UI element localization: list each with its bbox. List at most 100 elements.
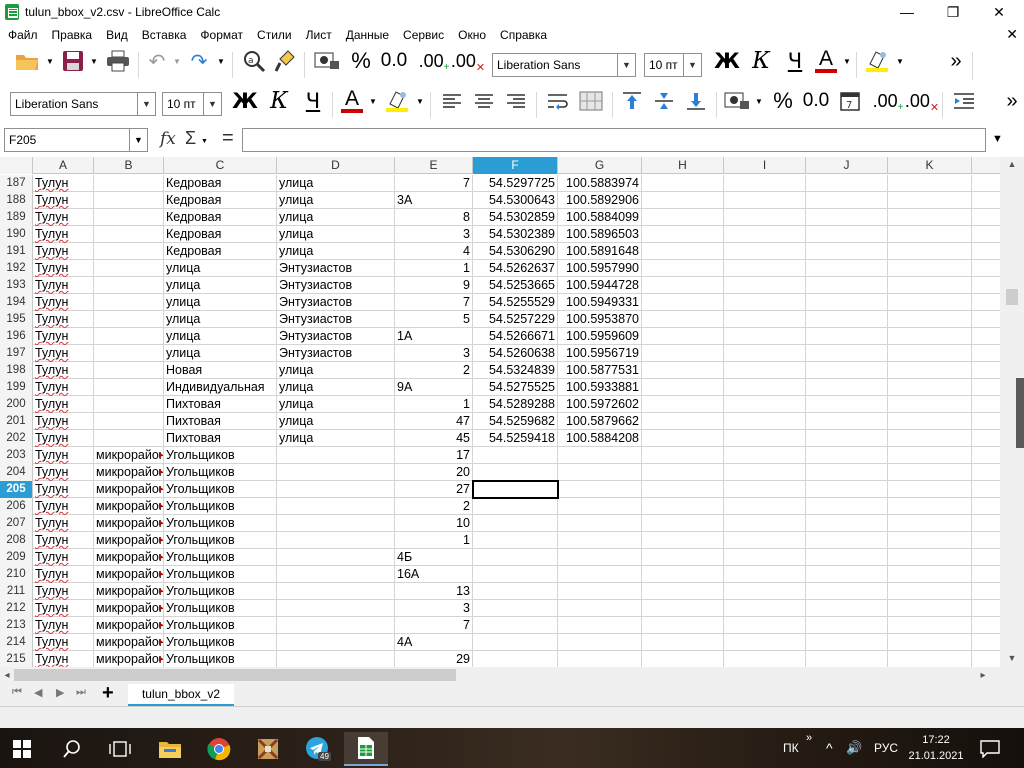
cell-k194[interactable]: [888, 294, 972, 311]
cell-j213[interactable]: [806, 617, 888, 634]
cell-b195[interactable]: [94, 311, 164, 328]
prev-sheet-icon[interactable]: ◀: [34, 686, 42, 699]
cell-c206[interactable]: Угольщиков: [164, 498, 277, 515]
cell-b189[interactable]: [94, 209, 164, 226]
cell-j204[interactable]: [806, 464, 888, 481]
cell-g208[interactable]: [558, 532, 642, 549]
cell-b192[interactable]: [94, 260, 164, 277]
cell-g215[interactable]: [558, 651, 642, 667]
close-button[interactable]: ✕: [976, 0, 1022, 24]
menu-tools[interactable]: Сервис: [396, 28, 451, 42]
cell-d193[interactable]: Энтузиастов: [277, 277, 395, 294]
row-header[interactable]: 197: [0, 345, 33, 362]
cell-h203[interactable]: [642, 447, 724, 464]
cell-g194[interactable]: 100.5949331: [558, 294, 642, 311]
cell-i200[interactable]: [724, 396, 806, 413]
cell-e188[interactable]: 3А: [395, 192, 473, 209]
column-header-e[interactable]: E: [395, 157, 473, 174]
cell-j200[interactable]: [806, 396, 888, 413]
column-header-k[interactable]: K: [888, 157, 972, 174]
column-header-a[interactable]: A: [33, 157, 94, 174]
cell-d187[interactable]: улица: [277, 175, 395, 192]
cell-i204[interactable]: [724, 464, 806, 481]
cell-i197[interactable]: [724, 345, 806, 362]
column-header-b[interactable]: B: [94, 157, 164, 174]
cell-h199[interactable]: [642, 379, 724, 396]
currency-format-icon[interactable]: [312, 46, 342, 76]
cell-b215[interactable]: микрорайон: [94, 651, 164, 667]
cell-e191[interactable]: 4: [395, 243, 473, 260]
cell-g200[interactable]: 100.5972602: [558, 396, 642, 413]
align-center-icon[interactable]: [470, 86, 498, 116]
cell-f190[interactable]: 54.5302389: [473, 226, 558, 243]
cell-k202[interactable]: [888, 430, 972, 447]
menu-data[interactable]: Данные: [339, 28, 396, 42]
close-document-icon[interactable]: ✕: [1006, 26, 1018, 43]
currency-dropdown-icon[interactable]: ▼: [754, 86, 764, 116]
cell-h204[interactable]: [642, 464, 724, 481]
cell-b211[interactable]: микрорайон: [94, 583, 164, 600]
cell-c192[interactable]: улица: [164, 260, 277, 277]
chevron-down-icon[interactable]: ▼: [683, 54, 701, 76]
cell-k188[interactable]: [888, 192, 972, 209]
cell-k189[interactable]: [888, 209, 972, 226]
cell-a215[interactable]: Тулун: [33, 651, 94, 667]
column-header-d[interactable]: D: [277, 157, 395, 174]
row-header[interactable]: 189: [0, 209, 33, 226]
add-decimal-button-2[interactable]: .00 +: [872, 86, 904, 116]
cell-j207[interactable]: [806, 515, 888, 532]
number-format-button-2[interactable]: 0.0: [800, 86, 832, 116]
percent-format-button[interactable]: %: [346, 46, 376, 76]
cell-d210[interactable]: [277, 566, 395, 583]
cell-a211[interactable]: Тулун: [33, 583, 94, 600]
formula-input[interactable]: [242, 128, 986, 152]
menu-window[interactable]: Окно: [451, 28, 493, 42]
menu-sheet[interactable]: Лист: [299, 28, 339, 42]
scroll-down-icon[interactable]: ▼: [1000, 651, 1024, 665]
cell-j197[interactable]: [806, 345, 888, 362]
cell-e209[interactable]: 4Б: [395, 549, 473, 566]
cell-e205[interactable]: 27: [395, 481, 473, 498]
cell-i193[interactable]: [724, 277, 806, 294]
spreadsheet-grid[interactable]: ABCDEFGHIJK 187 Тулун Кедровая улица 7 54.529…: [0, 157, 1024, 667]
cell-a191[interactable]: Тулун: [33, 243, 94, 260]
cell-a213[interactable]: Тулун: [33, 617, 94, 634]
cell-f187[interactable]: 54.5297725: [473, 175, 558, 192]
cell-j215[interactable]: [806, 651, 888, 667]
cell-d213[interactable]: [277, 617, 395, 634]
cell-a188[interactable]: Тулун: [33, 192, 94, 209]
font-color-dropdown-icon[interactable]: ▼: [368, 86, 378, 116]
cell-j191[interactable]: [806, 243, 888, 260]
cell-h188[interactable]: [642, 192, 724, 209]
cell-i189[interactable]: [724, 209, 806, 226]
row-header[interactable]: 211: [0, 583, 33, 600]
chrome-icon[interactable]: [197, 732, 241, 766]
highlight-color-button-2[interactable]: [382, 86, 412, 116]
highlight-color-button[interactable]: [862, 46, 892, 76]
sum-dropdown-icon[interactable]: ▼: [201, 138, 208, 145]
menu-edit[interactable]: Правка: [45, 28, 100, 42]
cell-c194[interactable]: улица: [164, 294, 277, 311]
cell-f197[interactable]: 54.5260638: [473, 345, 558, 362]
center-vertically-icon[interactable]: [650, 86, 678, 116]
cell-j196[interactable]: [806, 328, 888, 345]
column-header-f[interactable]: F: [473, 157, 558, 174]
cell-a187[interactable]: Тулун: [33, 175, 94, 192]
formula-equals-button[interactable]: =: [222, 127, 234, 150]
cell-a198[interactable]: Тулун: [33, 362, 94, 379]
row-header[interactable]: 194: [0, 294, 33, 311]
cell-k204[interactable]: [888, 464, 972, 481]
row-header[interactable]: 196: [0, 328, 33, 345]
cell-d191[interactable]: улица: [277, 243, 395, 260]
cell-d188[interactable]: улица: [277, 192, 395, 209]
chevron-down-icon[interactable]: ▼: [129, 129, 147, 151]
undo-dropdown-icon[interactable]: ▼: [172, 46, 182, 76]
cell-f202[interactable]: 54.5259418: [473, 430, 558, 447]
cell-e202[interactable]: 45: [395, 430, 473, 447]
cell-d203[interactable]: [277, 447, 395, 464]
cell-k203[interactable]: [888, 447, 972, 464]
cell-f189[interactable]: 54.5302859: [473, 209, 558, 226]
cell-e200[interactable]: 1: [395, 396, 473, 413]
cell-h211[interactable]: [642, 583, 724, 600]
font-color-dropdown-icon[interactable]: ▼: [842, 46, 852, 76]
